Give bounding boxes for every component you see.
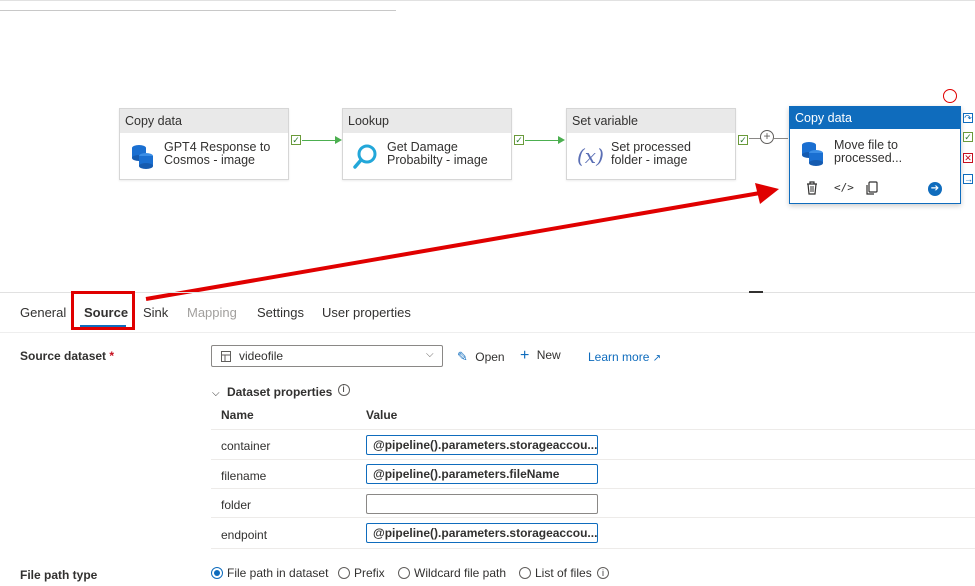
info-icon: i [597, 567, 610, 579]
annotation-highlight-box [71, 291, 135, 330]
radio-label: Prefix [354, 566, 385, 580]
dataset-properties-label: Dataset properties [226, 385, 333, 399]
info-icon: i [337, 384, 350, 396]
tab-user-properties[interactable]: User properties [322, 305, 411, 320]
chevron-down-icon: ⌵ [212, 388, 220, 399]
property-name-endpoint: endpoint [221, 528, 268, 542]
external-link-icon: ↗ [652, 353, 662, 364]
open-dataset-button[interactable]: ✎ Open [457, 349, 505, 365]
radio-label: Wildcard file path [414, 566, 507, 580]
radio-unselected-icon [338, 567, 350, 579]
radio-list-of-files[interactable]: List of files i [519, 566, 610, 580]
column-header-name: Name [221, 408, 254, 422]
radio-label: File path in dataset [227, 566, 329, 580]
resize-handle[interactable] [749, 291, 763, 293]
pencil-icon: ✎ [457, 349, 468, 364]
radio-unselected-icon [519, 567, 531, 579]
dataset-table-icon [221, 351, 231, 362]
source-dataset-label: Source dataset * [20, 349, 115, 363]
row-divider [211, 517, 975, 518]
property-value-folder[interactable] [366, 494, 598, 514]
property-name-folder: folder [221, 498, 252, 512]
panel-divider [0, 292, 975, 293]
row-divider [211, 429, 975, 430]
row-divider [211, 459, 975, 460]
radio-unselected-icon [398, 567, 410, 579]
new-label: New [536, 348, 561, 362]
radio-label: List of files [535, 566, 592, 580]
property-value-container[interactable]: @pipeline().parameters.storageaccou... [366, 435, 598, 455]
property-name-filename: filename [221, 469, 267, 483]
learn-more-link[interactable]: Learn more ↗ [588, 350, 661, 364]
plus-icon: + [520, 347, 530, 364]
open-label: Open [475, 350, 505, 364]
tab-settings[interactable]: Settings [257, 305, 304, 320]
row-divider [211, 488, 975, 489]
radio-selected-icon [211, 567, 223, 579]
tabs-divider [0, 332, 975, 333]
radio-prefix[interactable]: Prefix [338, 566, 385, 580]
dataset-properties-toggle[interactable]: ⌵ Dataset properties i [212, 384, 350, 399]
property-value-filename[interactable]: @pipeline().parameters.fileName [366, 464, 598, 484]
source-dataset-select[interactable]: videofile ⌵ [211, 345, 443, 367]
column-header-value: Value [366, 408, 398, 422]
file-path-type-label: File path type [20, 568, 98, 582]
chevron-down-icon: ⌵ [426, 349, 434, 360]
property-name-container: container [221, 439, 271, 453]
row-divider [211, 548, 975, 549]
learn-more-label: Learn more [588, 350, 650, 364]
radio-file-path-in-dataset[interactable]: File path in dataset [211, 566, 328, 580]
required-mark: * [109, 349, 115, 363]
new-dataset-button[interactable]: + New [520, 347, 561, 365]
property-value-endpoint[interactable]: @pipeline().parameters.storageaccou... [366, 523, 598, 543]
dataset-select-value: videofile [239, 349, 284, 363]
tab-mapping[interactable]: Mapping [187, 305, 237, 320]
tab-sink[interactable]: Sink [143, 305, 168, 320]
radio-wildcard-file-path[interactable]: Wildcard file path [398, 566, 506, 580]
tab-general[interactable]: General [20, 305, 66, 320]
